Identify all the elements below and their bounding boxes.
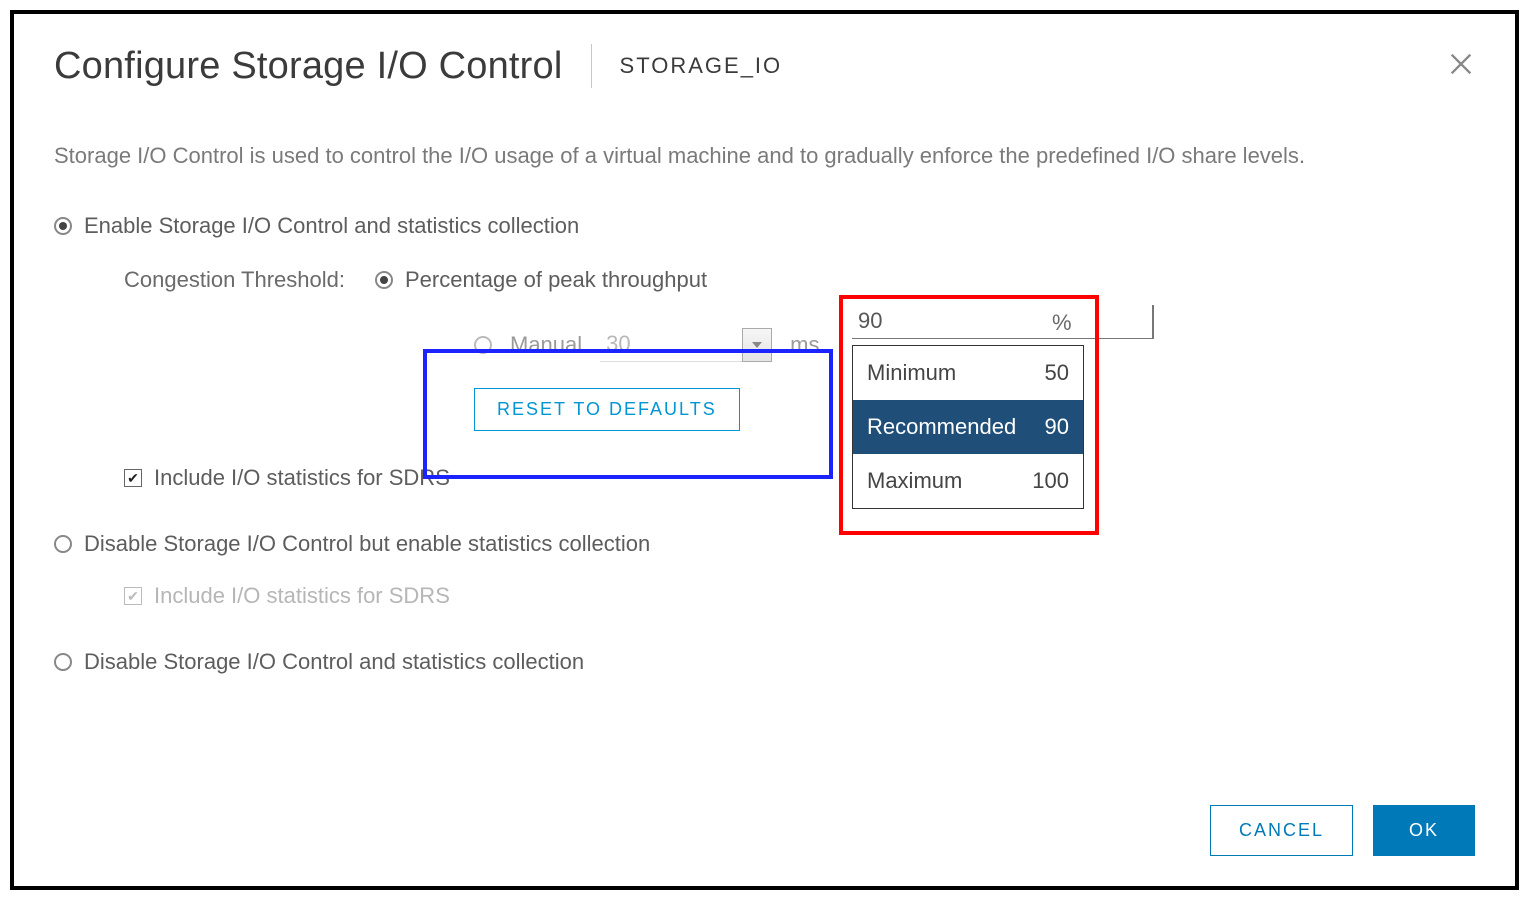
- include-stats-label-2: Include I/O statistics for SDRS: [154, 583, 450, 609]
- radio-disable-stats[interactable]: [54, 535, 72, 553]
- reset-to-defaults-button[interactable]: RESET TO DEFAULTS: [474, 388, 740, 431]
- percentage-dropdown[interactable]: [852, 304, 1038, 339]
- dropdown-item-value: 50: [1045, 360, 1069, 386]
- dropdown-item-value: 100: [1032, 468, 1069, 494]
- option-percentage-label: Percentage of peak throughput: [405, 267, 707, 293]
- percentage-dropdown-list: Minimum 50 Recommended 90 Maximum 100: [852, 345, 1084, 509]
- include-stats-label-1: Include I/O statistics for SDRS: [154, 465, 450, 491]
- option-disable-all-row[interactable]: Disable Storage I/O Control and statisti…: [54, 649, 1475, 675]
- dialog-footer: CANCEL OK: [1210, 805, 1475, 856]
- include-stats-row-2: ✔ Include I/O statistics for SDRS: [124, 583, 1475, 609]
- dropdown-item-label: Recommended: [867, 414, 1016, 440]
- radio-disable-all[interactable]: [54, 653, 72, 671]
- congestion-threshold-row: Congestion Threshold: Percentage of peak…: [124, 267, 1475, 293]
- close-button[interactable]: [1447, 50, 1475, 78]
- option-enable-row[interactable]: Enable Storage I/O Control and statistic…: [54, 213, 1475, 239]
- radio-percentage[interactable]: [375, 271, 393, 289]
- header-separator: [591, 44, 592, 88]
- checkbox-include-stats-2: ✔: [124, 587, 142, 605]
- chevron-down-icon: [751, 341, 763, 349]
- percentage-dropdown-button[interactable]: [1152, 305, 1154, 339]
- option-disable-stats-row[interactable]: Disable Storage I/O Control but enable s…: [54, 531, 1475, 557]
- checkbox-include-stats-1[interactable]: ✔: [124, 469, 142, 487]
- manual-value-input[interactable]: [600, 327, 742, 362]
- option-disable-all-label: Disable Storage I/O Control and statisti…: [84, 649, 584, 675]
- dialog-title: Configure Storage I/O Control: [54, 45, 563, 88]
- cancel-button[interactable]: CANCEL: [1210, 805, 1353, 856]
- dropdown-item-maximum[interactable]: Maximum 100: [853, 454, 1083, 508]
- dialog-configure-storage-io: Configure Storage I/O Control STORAGE_IO…: [10, 10, 1519, 890]
- ok-button[interactable]: OK: [1373, 805, 1475, 856]
- option-enable-label: Enable Storage I/O Control and statistic…: [84, 213, 579, 239]
- option-disable-stats-label: Disable Storage I/O Control but enable s…: [84, 531, 650, 557]
- dropdown-item-label: Maximum: [867, 468, 962, 494]
- manual-value-spinner: [600, 327, 772, 362]
- dropdown-item-label: Minimum: [867, 360, 956, 386]
- radio-manual[interactable]: [474, 336, 492, 354]
- dropdown-item-recommended[interactable]: Recommended 90: [853, 400, 1083, 454]
- congestion-threshold-label: Congestion Threshold:: [124, 267, 345, 293]
- close-icon: [1447, 50, 1475, 78]
- percentage-dropdown-area: % Minimum 50 Recommended 90 Maximum 100: [852, 304, 1084, 509]
- manual-unit-label: ms: [790, 332, 819, 358]
- option-manual-label: Manual: [510, 332, 582, 358]
- dialog-body: Enable Storage I/O Control and statistic…: [54, 213, 1475, 675]
- radio-enable[interactable]: [54, 217, 72, 235]
- include-stats-row-1[interactable]: ✔ Include I/O statistics for SDRS: [124, 465, 1475, 491]
- dialog-description: Storage I/O Control is used to control t…: [54, 138, 1354, 173]
- percentage-unit-label: %: [1052, 310, 1072, 336]
- dropdown-item-value: 90: [1045, 414, 1069, 440]
- dialog-subtitle: STORAGE_IO: [620, 53, 783, 79]
- manual-spinner-button[interactable]: [742, 328, 772, 362]
- percentage-value-input[interactable]: [852, 304, 1152, 339]
- option-percentage-row[interactable]: Percentage of peak throughput: [375, 267, 707, 293]
- dropdown-item-minimum[interactable]: Minimum 50: [853, 346, 1083, 400]
- dialog-header: Configure Storage I/O Control STORAGE_IO: [54, 44, 1475, 88]
